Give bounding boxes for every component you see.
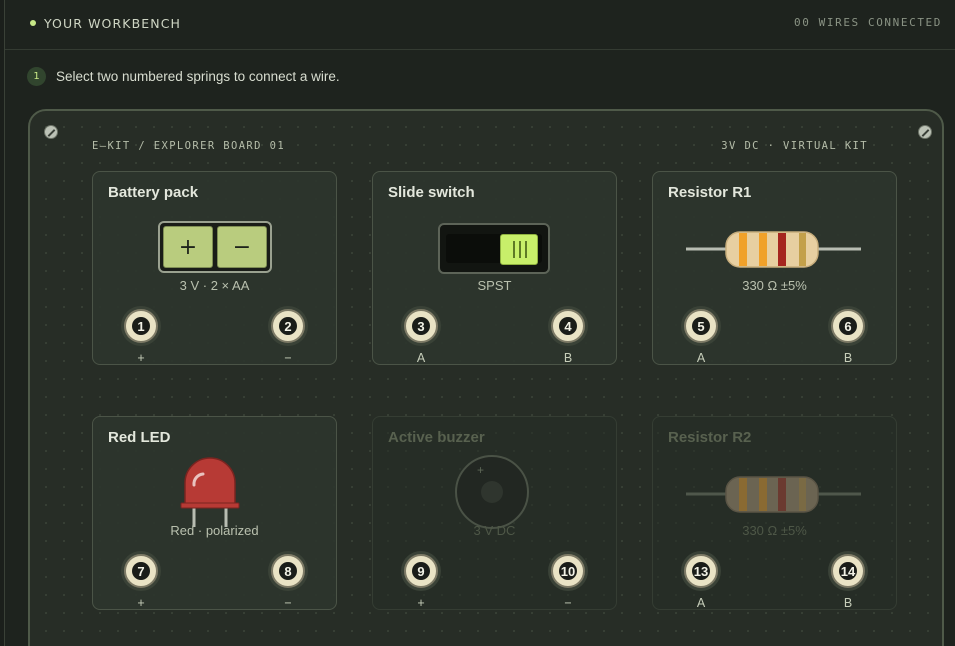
terminal-label: − <box>564 596 572 610</box>
terminal-1[interactable]: 1 <box>124 309 158 343</box>
instruction-step: 1 Select two numbered springs to connect… <box>27 66 340 86</box>
terminal-label: A <box>696 596 706 610</box>
screw-icon <box>918 125 932 139</box>
switch-knob <box>500 234 538 265</box>
terminal-label: A <box>696 351 706 365</box>
terminal-14[interactable]: 14 <box>831 554 865 588</box>
component-resistor-r2: Resistor R2 330 Ω ±5% 13 14 A B <box>652 416 897 610</box>
workbench-panel: YOUR WORKBENCH 00 WIRES CONNECTED 1 Sele… <box>4 0 955 646</box>
component-spec: 330 Ω ±5% <box>742 278 807 293</box>
resistor-icon <box>686 476 861 513</box>
terminal-label: − <box>284 596 292 610</box>
terminal-label: A <box>416 351 426 365</box>
terminal-4[interactable]: 4 <box>551 309 585 343</box>
component-battery-pack[interactable]: Battery pack + − 3 V · 2 × AA 1 2 + − <box>92 171 337 365</box>
explorer-board: E—KIT / EXPLORER BOARD 01 3V DC · VIRTUA… <box>28 109 944 646</box>
terminal-label: B <box>843 351 853 365</box>
workbench-title: YOUR WORKBENCH <box>44 16 182 31</box>
component-spec: SPST <box>477 278 512 293</box>
screw-icon <box>44 125 58 139</box>
component-title: Slide switch <box>388 184 475 201</box>
terminal-label: − <box>284 351 292 365</box>
terminal-3[interactable]: 3 <box>404 309 438 343</box>
component-resistor-r1[interactable]: Resistor R1 330 Ω ±5% 5 6 A B <box>652 171 897 365</box>
resistor-icon <box>686 231 861 268</box>
terminal-label: B <box>843 596 853 610</box>
terminal-5[interactable]: 5 <box>684 309 718 343</box>
battery-minus-cell: − <box>217 226 267 268</box>
terminal-label: B <box>563 351 573 365</box>
terminal-6[interactable]: 6 <box>831 309 865 343</box>
component-spec: 3 V DC <box>473 523 516 538</box>
terminal-9[interactable]: 9 <box>404 554 438 588</box>
terminal-label: + <box>137 351 145 365</box>
terminal-label: + <box>417 596 425 610</box>
terminal-10[interactable]: 10 <box>551 554 585 588</box>
wires-connected-status: 00 WIRES CONNECTED <box>793 16 942 29</box>
terminal-7[interactable]: 7 <box>124 554 158 588</box>
component-slide-switch[interactable]: Slide switch SPST 3 4 A B <box>372 171 617 365</box>
battery-plus-cell: + <box>163 226 213 268</box>
svg-text:+: + <box>477 463 484 477</box>
terminal-2[interactable]: 2 <box>271 309 305 343</box>
led-icon <box>180 457 240 527</box>
workbench-header: YOUR WORKBENCH 00 WIRES CONNECTED <box>5 0 955 50</box>
component-spec: Red · polarized <box>170 523 259 538</box>
component-active-buzzer: Active buzzer + 3 V DC 9 10 + − <box>372 416 617 610</box>
component-title: Battery pack <box>108 184 199 201</box>
instruction-text: Select two numbered springs to connect a… <box>56 68 340 84</box>
battery-icon: + − <box>158 221 272 273</box>
board-model-label: E—KIT / EXPLORER BOARD 01 <box>92 140 286 152</box>
terminal-13[interactable]: 13 <box>684 554 718 588</box>
terminal-8[interactable]: 8 <box>271 554 305 588</box>
board-voltage-label: 3V DC · VIRTUAL KIT <box>721 140 868 152</box>
component-spec: 3 V · 2 × AA <box>179 278 250 293</box>
slide-switch-icon <box>438 223 550 274</box>
component-spec: 330 Ω ±5% <box>742 523 807 538</box>
status-dot-icon <box>30 20 36 26</box>
component-red-led[interactable]: Red LED Red · polarized 7 8 + − <box>92 416 337 610</box>
terminal-label: + <box>137 596 145 610</box>
buzzer-icon: + <box>455 455 529 529</box>
step-number-badge: 1 <box>27 66 46 86</box>
